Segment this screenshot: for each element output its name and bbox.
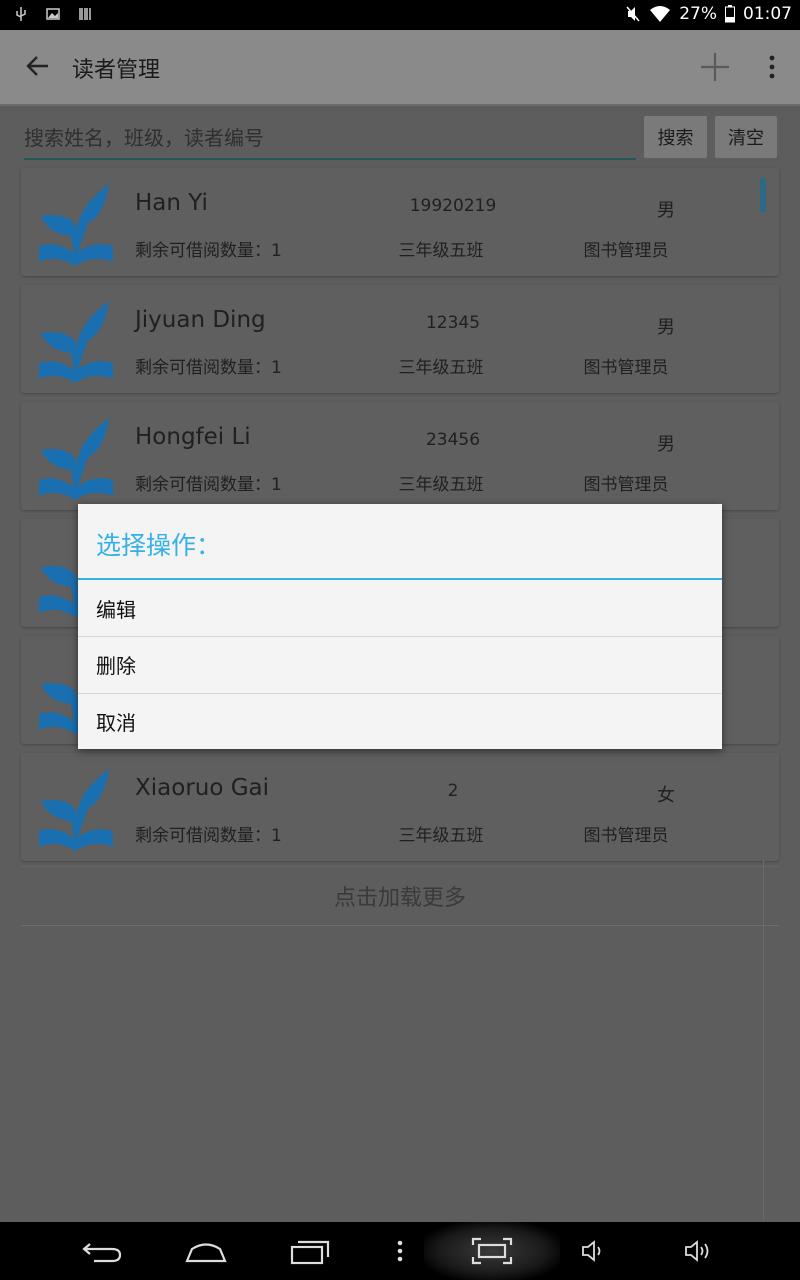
usb-icon	[16, 7, 26, 21]
reader-gender: 男	[657, 434, 675, 455]
clear-button[interactable]: 清空	[715, 116, 777, 158]
reader-role: 图书管理员	[583, 358, 669, 378]
reader-class: 三年级五班	[398, 475, 484, 495]
barcode-icon	[79, 8, 91, 20]
reader-name: Jiyuan Ding	[135, 307, 266, 333]
image-icon	[46, 8, 60, 20]
list-item[interactable]: Hongfei Li 23456 男 剩余可借阅数量：1 三年级五班 图书管理员	[21, 402, 779, 510]
reader-logo-icon	[39, 301, 113, 383]
clock: 01:07	[743, 4, 792, 24]
battery-icon	[725, 5, 735, 23]
reader-id: 23456	[425, 430, 481, 450]
status-bar: 27% 01:07	[0, 0, 800, 30]
back-icon[interactable]	[80, 1236, 124, 1266]
dialog-item-edit[interactable]: 编辑	[78, 580, 722, 636]
load-more-button[interactable]: 点击加载更多	[21, 866, 779, 926]
search-button[interactable]: 搜索	[644, 116, 707, 158]
screenshot-icon[interactable]	[470, 1236, 514, 1266]
reader-role: 图书管理员	[583, 241, 669, 261]
dialog-title: 选择操作：	[96, 531, 222, 560]
reader-remaining: 剩余可借阅数量：1	[135, 475, 282, 495]
reader-name: Han Yi	[135, 190, 208, 216]
navigation-bar	[0, 1222, 800, 1280]
home-icon[interactable]	[184, 1236, 228, 1266]
reader-class: 三年级五班	[398, 241, 484, 261]
volume-up-icon[interactable]	[682, 1236, 714, 1266]
list-item[interactable]: Han Yi 19920219 男 剩余可借阅数量：1 三年级五班 图书管理员	[21, 168, 779, 276]
reader-gender: 男	[657, 317, 675, 338]
reader-logo-icon	[39, 769, 113, 851]
battery-percent: 27%	[679, 4, 717, 24]
reader-class: 三年级五班	[398, 826, 484, 846]
overflow-menu-icon[interactable]	[762, 54, 782, 80]
list-item[interactable]: Jiyuan Ding 12345 男 剩余可借阅数量：1 三年级五班 图书管理…	[21, 285, 779, 393]
reader-logo-icon	[39, 418, 113, 500]
reader-name: Hongfei Li	[135, 424, 251, 450]
list-item[interactable]: Xiaoruo Gai 2 女 剩余可借阅数量：1 三年级五班 图书管理员	[21, 753, 779, 861]
action-dialog: 选择操作： 编辑 删除 取消	[78, 504, 722, 749]
reader-remaining: 剩余可借阅数量：1	[135, 826, 282, 846]
reader-id: 19920219	[409, 196, 497, 216]
reader-role: 图书管理员	[583, 826, 669, 846]
volume-down-icon[interactable]	[578, 1236, 608, 1266]
mute-icon	[626, 6, 640, 22]
dialog-item-cancel[interactable]: 取消	[78, 693, 722, 749]
wifi-icon	[650, 6, 671, 22]
scrollbar-thumb[interactable]	[760, 178, 766, 212]
reader-role: 图书管理员	[583, 475, 669, 495]
menu-dots-icon[interactable]	[390, 1236, 410, 1266]
reader-name: Xiaoruo Gai	[135, 775, 270, 801]
app-bar: 读者管理	[0, 30, 800, 104]
dialog-item-delete[interactable]: 删除	[78, 636, 722, 692]
recents-icon[interactable]	[288, 1236, 332, 1266]
reader-gender: 男	[657, 200, 675, 221]
reader-logo-icon	[39, 184, 113, 266]
reader-id: 2	[447, 781, 459, 801]
reader-remaining: 剩余可借阅数量：1	[135, 358, 282, 378]
reader-gender: 女	[657, 785, 675, 806]
add-icon[interactable]	[698, 50, 732, 84]
reader-remaining: 剩余可借阅数量：1	[135, 241, 282, 261]
page-title: 读者管理	[72, 58, 161, 83]
reader-id: 12345	[425, 313, 481, 333]
search-row: 搜索 清空	[0, 106, 800, 164]
search-input[interactable]	[24, 118, 636, 160]
reader-class: 三年级五班	[398, 358, 484, 378]
back-arrow-icon[interactable]	[24, 52, 52, 80]
